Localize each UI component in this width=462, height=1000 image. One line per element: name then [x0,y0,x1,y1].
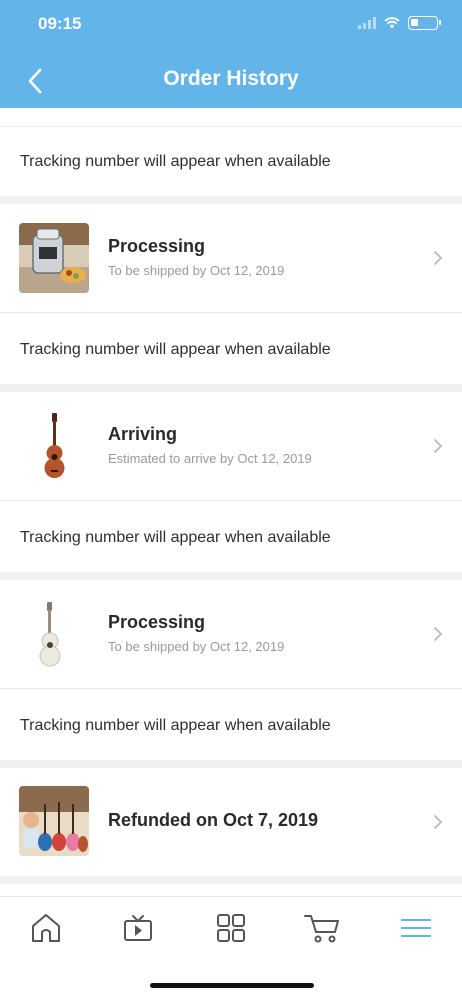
tab-video[interactable] [118,911,158,945]
tracking-message: Tracking number will appear when availab… [20,717,331,734]
order-card-partial: Tracking number will appear when availab… [0,108,462,196]
order-card: Refunded on Oct 7, 2019 [0,768,462,876]
battery-icon [408,16,441,30]
order-list[interactable]: Tracking number will appear when availab… [0,108,462,896]
page-title: Order History [163,67,299,90]
order-info: Refunded on Oct 7, 2019 [108,810,318,831]
wifi-icon [384,17,400,29]
chevron-right-icon [434,627,443,641]
tv-play-icon [124,915,152,941]
tab-menu[interactable] [396,911,436,945]
air-fryer-product-image [19,223,89,293]
order-info: Processing To be shipped by Oct 12, 2019 [108,236,284,278]
order-status: Refunded on Oct 7, 2019 [108,810,319,830]
grid-icon [217,914,245,942]
app-header: 09:15 Order History [0,0,462,108]
cart-icon [304,915,339,943]
order-row[interactable]: Refunded on Oct 7, 2019 [0,768,462,876]
status-time: 09:15 [38,14,82,33]
tab-home[interactable] [26,911,66,945]
home-icon [32,914,60,942]
order-row[interactable]: Arriving Estimated to arrive by Oct 12, … [0,392,462,500]
chevron-right-icon [434,815,443,829]
order-row[interactable]: Processing To be shipped by Oct 12, 2019 [0,204,462,312]
order-status: Processing [108,236,206,256]
order-card: Arriving Estimated to arrive by Oct 12, … [0,392,462,572]
home-indicator [150,983,314,988]
white-ukulele-product-image [19,599,89,669]
order-status: Arriving [108,424,178,444]
cellular-signal-icon [358,17,376,29]
order-status: Processing [108,612,206,632]
order-row[interactable]: Processing To be shipped by Oct 12, 2019 [0,580,462,688]
chevron-right-icon [434,251,443,265]
tracking-message: Tracking number will appear when availab… [20,529,331,546]
order-info: Processing To be shipped by Oct 12, 2019 [108,612,284,654]
order-subtitle: To be shipped by Oct 12, 2019 [108,263,285,278]
chevron-right-icon [434,439,443,453]
tracking-message: Tracking number will appear when availab… [20,341,331,358]
order-info: Arriving Estimated to arrive by Oct 12, … [108,424,312,466]
order-card: Processing To be shipped by Oct 12, 2019… [0,580,462,760]
status-icons [358,16,441,30]
tracking-message: Tracking number will appear when availab… [20,153,331,170]
hamburger-menu-icon [401,919,431,937]
tab-cart[interactable] [302,911,342,945]
kids-guitars-product-image [19,786,89,856]
order-subtitle: Estimated to arrive by Oct 12, 2019 [108,451,312,466]
brown-ukulele-product-image [19,411,89,481]
order-card: Processing To be shipped by Oct 12, 2019… [0,204,462,384]
order-card-partial [0,884,462,896]
order-subtitle: To be shipped by Oct 12, 2019 [108,639,285,654]
tab-categories[interactable] [211,911,251,945]
